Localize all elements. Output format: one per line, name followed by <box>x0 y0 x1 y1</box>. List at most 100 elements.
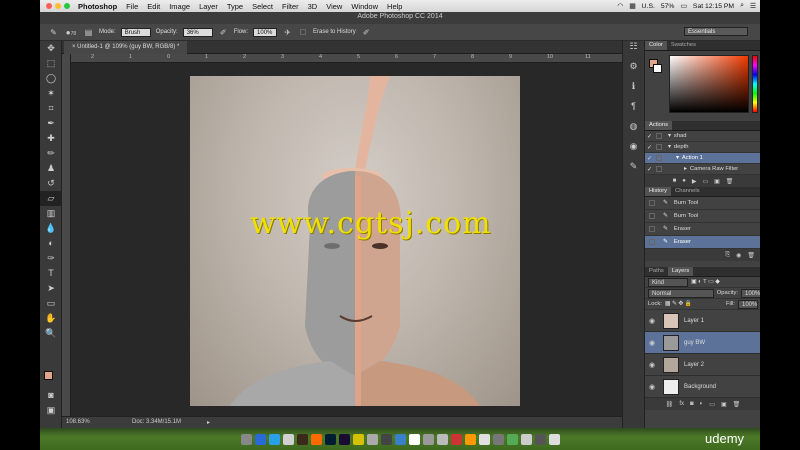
tab-color[interactable]: Color <box>645 41 667 50</box>
itunes-icon[interactable] <box>394 433 406 445</box>
action-check-icon[interactable]: ✓ <box>645 144 654 151</box>
stamp-tool-icon[interactable]: ♟ <box>40 161 62 176</box>
tab-history[interactable]: History <box>645 187 672 196</box>
brush-tool-icon[interactable]: ✏ <box>40 146 62 161</box>
photoshop-icon[interactable] <box>324 433 336 445</box>
dialog-toggle[interactable] <box>656 133 662 139</box>
action-row[interactable]: ✓ ▾ Action 1 <box>645 153 760 164</box>
crop-tool-icon[interactable]: ⌗ <box>40 101 62 116</box>
workspace-select[interactable]: Essentials <box>684 27 748 36</box>
airbrush-icon[interactable]: ✈ <box>282 27 293 38</box>
new-set-icon[interactable]: ▭ <box>702 178 708 185</box>
history-source-box[interactable] <box>649 239 655 245</box>
mask-icon[interactable]: ◙ <box>690 401 694 407</box>
visibility-eye-icon[interactable]: ◉ <box>645 317 659 325</box>
menu-help[interactable]: Help <box>387 2 402 11</box>
status-menu-icon[interactable]: ▸ <box>207 419 210 426</box>
expand-triangle-icon[interactable]: ▾ <box>668 133 671 139</box>
group-icon[interactable]: ▭ <box>709 401 715 408</box>
clone-source-icon[interactable]: ◉ <box>623 141 644 161</box>
fill-field[interactable]: 100% <box>738 299 758 309</box>
menu-filter[interactable]: Filter <box>282 2 299 11</box>
brush-panel-icon[interactable]: ▤ <box>83 27 94 38</box>
layer-row[interactable]: ◉ Background <box>645 376 760 398</box>
menu-type[interactable]: Type <box>227 2 243 11</box>
battery-icon[interactable]: ▭ <box>680 2 686 10</box>
dialog-toggle[interactable] <box>656 144 662 150</box>
history-row[interactable]: ✎ Burn Tool <box>645 197 760 210</box>
action-check-icon[interactable]: ✓ <box>645 133 654 140</box>
screen-mode-icon[interactable]: ▣ <box>40 403 62 418</box>
safari-icon[interactable] <box>268 433 280 445</box>
opacity-pressure-icon[interactable]: ✐ <box>218 27 229 38</box>
terminal-icon[interactable] <box>492 433 504 445</box>
paragraph-icon[interactable]: ¶ <box>623 101 644 121</box>
minimize-dot-icon[interactable] <box>55 3 61 9</box>
type-tool-icon[interactable]: T <box>40 266 62 281</box>
foreground-color-swatch[interactable] <box>44 371 53 380</box>
doc-size[interactable]: Doc: 3.34M/15.1M <box>132 419 181 425</box>
notes-icon[interactable] <box>436 433 448 445</box>
link-icon[interactable]: ⛓ <box>666 401 674 408</box>
tab-paths[interactable]: Paths <box>645 267 668 276</box>
fx-icon[interactable]: fx <box>679 401 684 407</box>
locale-label[interactable]: U.S. <box>642 3 655 10</box>
menu-3d[interactable]: 3D <box>308 2 318 11</box>
move-tool-icon[interactable]: ✥ <box>40 41 62 56</box>
quick-select-tool-icon[interactable]: ✶ <box>40 86 62 101</box>
play-icon[interactable]: ▶ <box>692 178 697 185</box>
menu-edit[interactable]: Edit <box>147 2 160 11</box>
brushes-icon[interactable]: ◍ <box>623 121 644 141</box>
adjustment-icon[interactable]: ◐ <box>700 401 704 407</box>
action-row[interactable]: ✓ ▾ depth <box>645 142 760 153</box>
erase-history-checkbox[interactable] <box>300 29 307 35</box>
brush-size-picker[interactable]: ●78 <box>64 27 78 38</box>
messages-icon[interactable] <box>506 433 518 445</box>
quick-mask-icon[interactable]: ◙ <box>40 388 62 403</box>
action-row[interactable]: ✓ ▾ shad <box>645 131 760 142</box>
calendar-icon[interactable] <box>408 433 420 445</box>
menu-window[interactable]: Window <box>351 2 378 11</box>
history-row[interactable]: ✎ Eraser <box>645 236 760 249</box>
zoom-level[interactable]: 108.63% <box>66 419 90 425</box>
unity-icon[interactable] <box>380 433 392 445</box>
action-check-icon[interactable]: ✓ <box>645 166 654 173</box>
tab-channels[interactable]: Channels <box>671 187 704 196</box>
new-document-icon[interactable]: ⎘ <box>725 252 730 259</box>
document-tab[interactable]: × Untitled-1 @ 109% (guy BW, RGB/8) * <box>64 41 188 54</box>
info-icon[interactable]: ℹ <box>623 81 644 101</box>
visibility-eye-icon[interactable]: ◉ <box>645 383 659 391</box>
hue-slider[interactable] <box>752 55 758 113</box>
battery-percent[interactable]: 57% <box>661 3 675 10</box>
new-action-icon[interactable]: ▣ <box>714 178 720 185</box>
record-icon[interactable]: ● <box>682 178 686 184</box>
blend-mode-select[interactable]: Normal <box>648 288 714 298</box>
menu-select[interactable]: Select <box>252 2 273 11</box>
preview-icon[interactable] <box>478 433 490 445</box>
hand-tool-icon[interactable]: ✋ <box>40 311 62 326</box>
visibility-eye-icon[interactable]: ◉ <box>645 361 659 369</box>
adjustments-icon[interactable]: ☷ <box>623 41 644 61</box>
list-icon[interactable]: ☰ <box>750 2 756 10</box>
size-pressure-icon[interactable]: ✐ <box>361 27 372 38</box>
flow-field[interactable]: 100% <box>253 27 278 37</box>
layer-row[interactable]: ◉ Layer 2 <box>645 354 760 376</box>
tab-actions[interactable]: Actions <box>645 121 673 130</box>
expand-triangle-icon[interactable]: ▾ <box>668 144 671 150</box>
zoom-tool-icon[interactable]: 🔍 <box>40 326 62 341</box>
color-field[interactable] <box>669 55 749 113</box>
history-row[interactable]: ✎ Eraser <box>645 223 760 236</box>
zoom-dot-icon[interactable] <box>64 3 70 9</box>
dodge-tool-icon[interactable]: ◐ <box>40 236 62 251</box>
textedit-icon[interactable] <box>520 433 532 445</box>
menu-image[interactable]: Image <box>169 2 190 11</box>
wifi-icon[interactable]: ◠ <box>617 2 623 10</box>
firefox-icon[interactable] <box>310 433 322 445</box>
healing-tool-icon[interactable]: ✚ <box>40 131 62 146</box>
layer-opacity-field[interactable]: 100% <box>741 288 760 298</box>
lasso-tool-icon[interactable]: ◯ <box>40 71 62 86</box>
new-layer-icon[interactable]: ▣ <box>721 401 727 408</box>
opacity-field[interactable]: 36% <box>182 27 213 37</box>
history-brush-tool-icon[interactable]: ↺ <box>40 176 62 191</box>
gradient-tool-icon[interactable]: ▥ <box>40 206 62 221</box>
